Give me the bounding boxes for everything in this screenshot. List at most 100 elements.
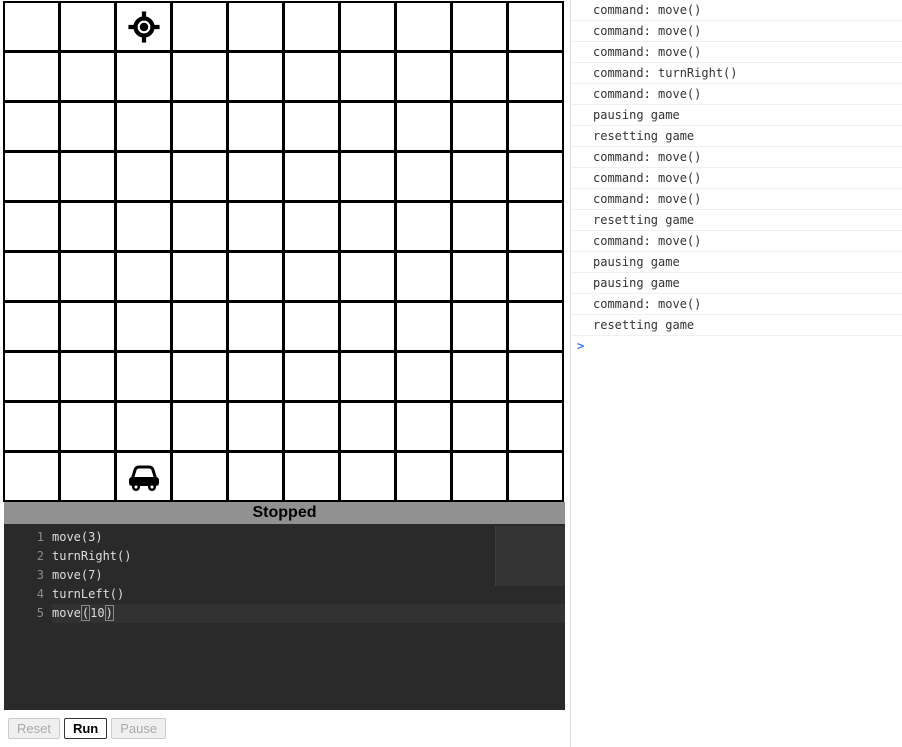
grid-cell [59, 101, 116, 152]
grid-cell [339, 351, 396, 402]
grid-cell [115, 201, 172, 252]
console-line: command: move() [571, 21, 902, 42]
grid-cell [171, 301, 228, 352]
grid-cell [451, 451, 508, 502]
grid-cell [283, 1, 340, 52]
grid-cell [227, 451, 284, 502]
grid-cell [395, 1, 452, 52]
grid-cell [171, 351, 228, 402]
console-line: pausing game [571, 252, 902, 273]
grid-cell [3, 401, 60, 452]
code-line[interactable]: move(10) [52, 604, 565, 623]
code-editor[interactable]: 12345 move(3)turnRight()move(7)turnLeft(… [4, 524, 565, 710]
line-number: 2 [8, 547, 44, 566]
grid-cell [339, 401, 396, 452]
grid-cell [507, 401, 564, 452]
code-line[interactable]: turnLeft() [52, 585, 565, 604]
grid-cell [507, 151, 564, 202]
game-panel: Stopped 12345 move(3)turnRight()move(7)t… [0, 0, 570, 747]
grid-cell [59, 151, 116, 202]
grid-cell [283, 451, 340, 502]
grid-cell [3, 1, 60, 52]
grid-cell [339, 51, 396, 102]
run-button[interactable]: Run [64, 718, 107, 739]
console-line: command: turnRight() [571, 63, 902, 84]
grid-cell [171, 151, 228, 202]
grid-cell [451, 101, 508, 152]
grid-cell [339, 1, 396, 52]
grid-cell [507, 301, 564, 352]
grid-cell [507, 251, 564, 302]
grid-cell [339, 201, 396, 252]
grid-cell [283, 251, 340, 302]
editor-body[interactable]: move(3)turnRight()move(7)turnLeft()move(… [52, 524, 565, 710]
console-line: resetting game [571, 315, 902, 336]
grid-cell [451, 51, 508, 102]
grid-cell [507, 101, 564, 152]
grid-cell [395, 201, 452, 252]
grid-cell [3, 351, 60, 402]
grid-cell [451, 1, 508, 52]
grid-cell [3, 101, 60, 152]
grid-cell [59, 451, 116, 502]
grid-cell [507, 51, 564, 102]
reset-button[interactable]: Reset [8, 718, 60, 739]
line-number: 4 [8, 585, 44, 604]
target-icon [115, 1, 172, 52]
grid-cell [3, 151, 60, 202]
code-line[interactable]: move(7) [52, 566, 565, 585]
minimap [495, 526, 565, 586]
grid-cell [507, 1, 564, 52]
grid-cell [507, 451, 564, 502]
grid-cell [59, 251, 116, 302]
console-log: command: move()command: move()command: m… [571, 0, 902, 336]
grid-cell [395, 351, 452, 402]
grid-cell [283, 401, 340, 452]
grid-cell [227, 1, 284, 52]
grid-cell [227, 201, 284, 252]
grid-cell [115, 251, 172, 302]
console-prompt[interactable]: > [571, 336, 902, 356]
code-line[interactable]: turnRight() [52, 547, 565, 566]
console-line: command: move() [571, 84, 902, 105]
grid-cell [3, 51, 60, 102]
console-line: resetting game [571, 210, 902, 231]
grid-cell [451, 351, 508, 402]
grid-cell [395, 451, 452, 502]
grid-cell [3, 201, 60, 252]
grid-cell [115, 151, 172, 202]
grid-cell [59, 401, 116, 452]
grid-cell [227, 101, 284, 152]
grid-cell [171, 101, 228, 152]
grid-cell [3, 451, 60, 502]
grid-cell [339, 251, 396, 302]
line-number: 3 [8, 566, 44, 585]
grid-cell [451, 251, 508, 302]
console-line: command: move() [571, 42, 902, 63]
grid-cell [395, 151, 452, 202]
grid-cell [507, 201, 564, 252]
grid-cell [283, 301, 340, 352]
grid-cell [339, 451, 396, 502]
pause-button[interactable]: Pause [111, 718, 166, 739]
grid-cell [451, 201, 508, 252]
console-line: command: move() [571, 0, 902, 21]
car-icon [115, 451, 172, 502]
status-bar: Stopped [4, 502, 565, 524]
grid-cell [339, 151, 396, 202]
editor-gutter: 12345 [4, 524, 52, 710]
grid-cell [395, 51, 452, 102]
grid-cell [283, 351, 340, 402]
grid-cell [171, 51, 228, 102]
code-line[interactable]: move(3) [52, 528, 565, 547]
grid-cell [115, 301, 172, 352]
line-number: 1 [8, 528, 44, 547]
grid-cell [283, 51, 340, 102]
grid-cell [59, 1, 116, 52]
grid-cell [3, 251, 60, 302]
line-number: 5 [8, 604, 44, 623]
grid-cell [171, 251, 228, 302]
controls: Reset Run Pause [4, 710, 565, 747]
grid-cell [395, 401, 452, 452]
grid-cell [507, 351, 564, 402]
